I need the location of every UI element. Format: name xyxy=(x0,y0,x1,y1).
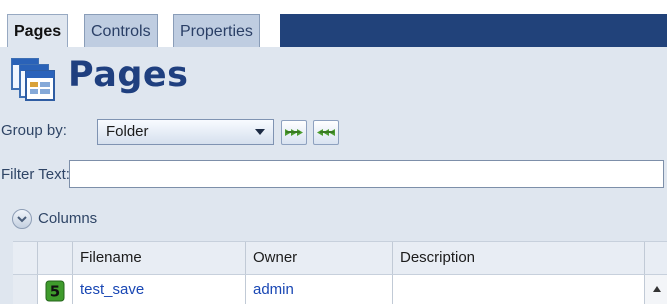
vertical-scrollbar[interactable] xyxy=(645,275,667,304)
grid-header-select xyxy=(13,242,38,274)
column-header-filename[interactable]: Filename xyxy=(73,242,246,274)
table-row[interactable]: 5 test_save admin xyxy=(13,274,667,304)
collapse-all-icon xyxy=(317,129,335,136)
pages-icon xyxy=(11,58,55,101)
column-header-owner[interactable]: Owner xyxy=(246,242,393,274)
tab-pages[interactable]: Pages xyxy=(7,14,69,47)
chevron-down-icon xyxy=(255,129,265,135)
group-by-label: Group by: xyxy=(1,122,67,139)
tab-controls[interactable]: Controls xyxy=(84,14,158,47)
group-by-selected: Folder xyxy=(106,123,149,140)
grid-header-icon xyxy=(38,242,73,274)
row-selector[interactable] xyxy=(13,275,38,304)
pages-grid: Filename Owner Description 5 test_save a… xyxy=(13,241,667,304)
grid-header-scroll xyxy=(645,242,667,274)
page-5-icon: 5 xyxy=(45,280,65,301)
expand-all-icon xyxy=(285,129,303,136)
filter-text-input[interactable] xyxy=(69,160,664,188)
column-header-description[interactable]: Description xyxy=(393,242,645,274)
tab-bar: Pages Controls Properties xyxy=(0,0,667,47)
tab-properties[interactable]: Properties xyxy=(173,14,260,47)
expand-all-button[interactable] xyxy=(281,120,307,145)
svg-text:5: 5 xyxy=(50,282,60,300)
row-filename[interactable]: test_save xyxy=(73,275,246,304)
filter-row: Filter Text: xyxy=(0,158,667,192)
row-page-icon-cell: 5 xyxy=(38,275,73,304)
page-title: Pages xyxy=(68,55,189,95)
row-owner: admin xyxy=(246,275,393,304)
scroll-up-icon[interactable] xyxy=(653,286,661,292)
expand-circle-icon xyxy=(12,209,32,229)
collapse-all-button[interactable] xyxy=(313,120,339,145)
columns-label: Columns xyxy=(38,210,98,227)
row-description xyxy=(393,275,645,304)
filter-label: Filter Text: xyxy=(1,166,70,183)
tab-bar-background xyxy=(280,14,667,47)
group-by-select[interactable]: Folder xyxy=(97,119,274,145)
group-by-row: Group by: Folder xyxy=(0,117,667,147)
